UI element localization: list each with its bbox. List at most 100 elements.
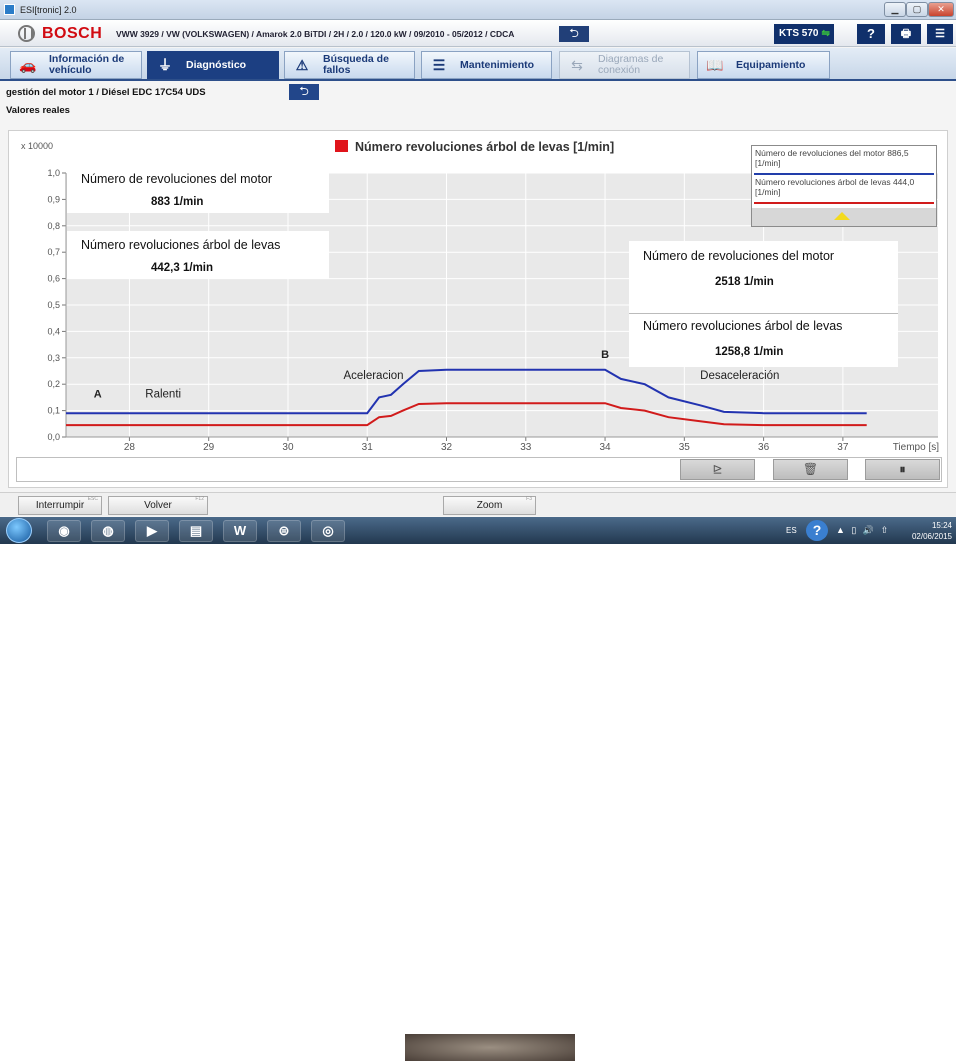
help-tray-icon[interactable]: ?	[806, 520, 828, 541]
clock-date: 02/06/2015	[911, 532, 952, 541]
back-button[interactable]: Volver F12	[108, 496, 208, 515]
title-legend-swatch	[335, 140, 348, 152]
clock-time: 15:24	[931, 521, 952, 530]
tab-label: Equipamiento	[736, 58, 806, 71]
esitronic-window: ESI[tronic] 2.0 ▁ ▢ ✕ BOSCH VWW 3929 / V…	[0, 0, 956, 1061]
overlay-right-rpm: Número de revoluciones del motor 2518 1/…	[629, 241, 898, 315]
fault-search-icon: ⚠	[295, 57, 309, 73]
clock[interactable]: 15:24 02/06/2015	[904, 520, 952, 542]
y-tick-label: 0,2	[47, 379, 60, 389]
chrome-icon[interactable]: ◉	[47, 520, 81, 542]
tester-status[interactable]: KTS 570 ⇋	[774, 24, 834, 44]
chart-annotation: Ralenti	[145, 388, 181, 400]
chart-annotation: A	[94, 388, 102, 400]
breadcrumb: gestión del motor 1 / Diésel EDC 17C54 U…	[6, 87, 206, 98]
start-button[interactable]	[6, 518, 32, 543]
x-tick-label: 35	[679, 442, 691, 453]
interrupt-label: Interrumpir	[35, 500, 85, 511]
tab-diagnostics[interactable]: ⏚ Diagnóstico	[147, 51, 279, 79]
y-multiplier-label: x 10000	[21, 141, 53, 151]
overlay-rpm-label: Número de revoluciones del motor	[81, 172, 273, 186]
back-label: Volver	[144, 500, 172, 511]
pause-button[interactable]: ⏸	[865, 459, 940, 480]
x-tick-label: 29	[203, 442, 215, 453]
zoom-key-hint: F3	[526, 496, 532, 502]
overlay-left-rpm: Número de revoluciones del motor 883 1/m…	[67, 165, 329, 213]
help-button[interactable]: ?	[857, 24, 885, 44]
car-icon: 🚗	[19, 57, 37, 73]
interrupt-button[interactable]: Interrumpir ESC	[18, 496, 102, 515]
app-header: BOSCH VWW 3929 / VW (VOLKSWAGEN) / Amaro…	[0, 20, 956, 47]
overlay-cam-value: 442,3 1/min	[151, 262, 214, 274]
triangle-up-icon	[834, 212, 850, 220]
y-tick-label: 0,9	[47, 194, 60, 204]
x-tick-label: 31	[362, 442, 374, 453]
overlay-cam-label: Número revoluciones árbol de levas	[81, 238, 281, 252]
tab-label: Diagnóstico	[186, 58, 247, 71]
folder-icon[interactable]: ▤	[179, 520, 213, 542]
minimize-button[interactable]: ▁	[884, 2, 906, 17]
legend-line-blue	[754, 173, 934, 175]
back-arrow-button[interactable]: ⮌	[559, 26, 589, 42]
tab-label: Búsqueda de fallos	[323, 53, 389, 76]
media-player-icon[interactable]: ▶	[135, 520, 169, 542]
y-tick-label: 0,1	[47, 406, 60, 416]
chart-control-bar: ⊵ 🗑 ⏸	[16, 457, 942, 482]
zoom-button[interactable]: Zoom F3	[443, 496, 536, 515]
overlay-cam-value: 1258,8 1/min	[715, 346, 784, 358]
x-tick-label: 36	[758, 442, 770, 453]
app-icon	[4, 4, 15, 15]
y-tick-label: 0,8	[47, 221, 60, 231]
window-title: ESI[tronic] 2.0	[20, 5, 77, 15]
legend-scroll-button[interactable]	[752, 208, 936, 226]
value-legend-box: Número de revoluciones del motor 886,5 […	[751, 145, 937, 227]
overlay-rpm-value: 883 1/min	[151, 196, 204, 208]
overlay-rpm-label: Número de revoluciones del motor	[643, 249, 835, 263]
delete-button[interactable]: 🗑	[773, 459, 848, 480]
usb-connected-icon: ⇋	[821, 28, 830, 39]
firefox-icon[interactable]: ◍	[91, 520, 125, 542]
tab-wiring-diagrams[interactable]: ⇆ Diagramas de conexión	[559, 51, 690, 79]
tab-label: Mantenimiento	[460, 58, 535, 71]
y-tick-label: 0,3	[47, 353, 60, 363]
overlay-left-cam: Número revoluciones árbol de levas 442,3…	[67, 231, 329, 279]
x-tick-label: 28	[124, 442, 136, 453]
tab-vehicle-info[interactable]: 🚗 Información de vehículo	[10, 51, 142, 79]
y-tick-label: 1,0	[47, 168, 60, 178]
tab-maintenance[interactable]: ☰ Mantenimiento	[421, 51, 552, 79]
esitronic-icon[interactable]: ⊜	[267, 520, 301, 542]
x-axis-label: Tiempo [s]	[893, 442, 940, 453]
disc-icon[interactable]: ◎	[311, 520, 345, 542]
breadcrumb-back-button[interactable]: ⮌	[289, 84, 319, 100]
interrupt-key-hint: ESC	[87, 496, 98, 502]
x-tick-label: 33	[520, 442, 532, 453]
overlay-cam-label: Número revoluciones árbol de levas	[643, 319, 843, 333]
close-button[interactable]: ✕	[928, 2, 954, 17]
tab-label: Información de vehículo	[49, 53, 125, 76]
chart-annotation: B	[601, 349, 609, 361]
x-tick-label: 32	[441, 442, 453, 453]
y-tick-label: 0,5	[47, 300, 60, 310]
system-tray-icons[interactable]: ▲ ▯ 🔊 ⇧	[836, 525, 890, 536]
windows-taskbar: ◉ ◍ ▶ ▤ W ⊜ ◎ ES ? ▲ ▯ 🔊 ⇧ 15:24 02/06/2…	[0, 517, 956, 1061]
tester-name: KTS 570	[779, 28, 819, 39]
bosch-logo-icon	[18, 25, 35, 42]
menu-button[interactable]: ☰	[927, 24, 953, 44]
legend-entry-engine-rpm: Número de revoluciones del motor 886,5 […	[755, 148, 909, 168]
page-subtitle: Valores reales	[6, 105, 70, 116]
word-icon[interactable]: W	[223, 520, 257, 542]
print-button[interactable]: 🖶	[891, 24, 921, 44]
overlay-rpm-value: 2518 1/min	[715, 276, 774, 288]
cursor-button[interactable]: ⊵	[680, 459, 755, 480]
chart-panel: 0,0 0,1 0,2 0,3 0,4 0,5 0,6 0,7 0,8 0,9 1,0 28 29 30 3…	[8, 130, 948, 488]
maximize-button[interactable]: ▢	[906, 2, 928, 17]
chart-annotation: Aceleracion	[343, 370, 403, 382]
tab-equipment[interactable]: 📖 Equipamiento	[697, 51, 830, 79]
brand-name: BOSCH	[42, 25, 103, 42]
tab-fault-search[interactable]: ⚠ Búsqueda de fallos	[284, 51, 415, 79]
window-title-bar: ESI[tronic] 2.0 ▁ ▢ ✕	[0, 0, 956, 20]
legend-line-red	[754, 202, 934, 204]
language-indicator[interactable]: ES	[786, 526, 797, 535]
y-tick-label: 0,4	[47, 326, 60, 336]
maintenance-icon: ☰	[432, 57, 446, 73]
